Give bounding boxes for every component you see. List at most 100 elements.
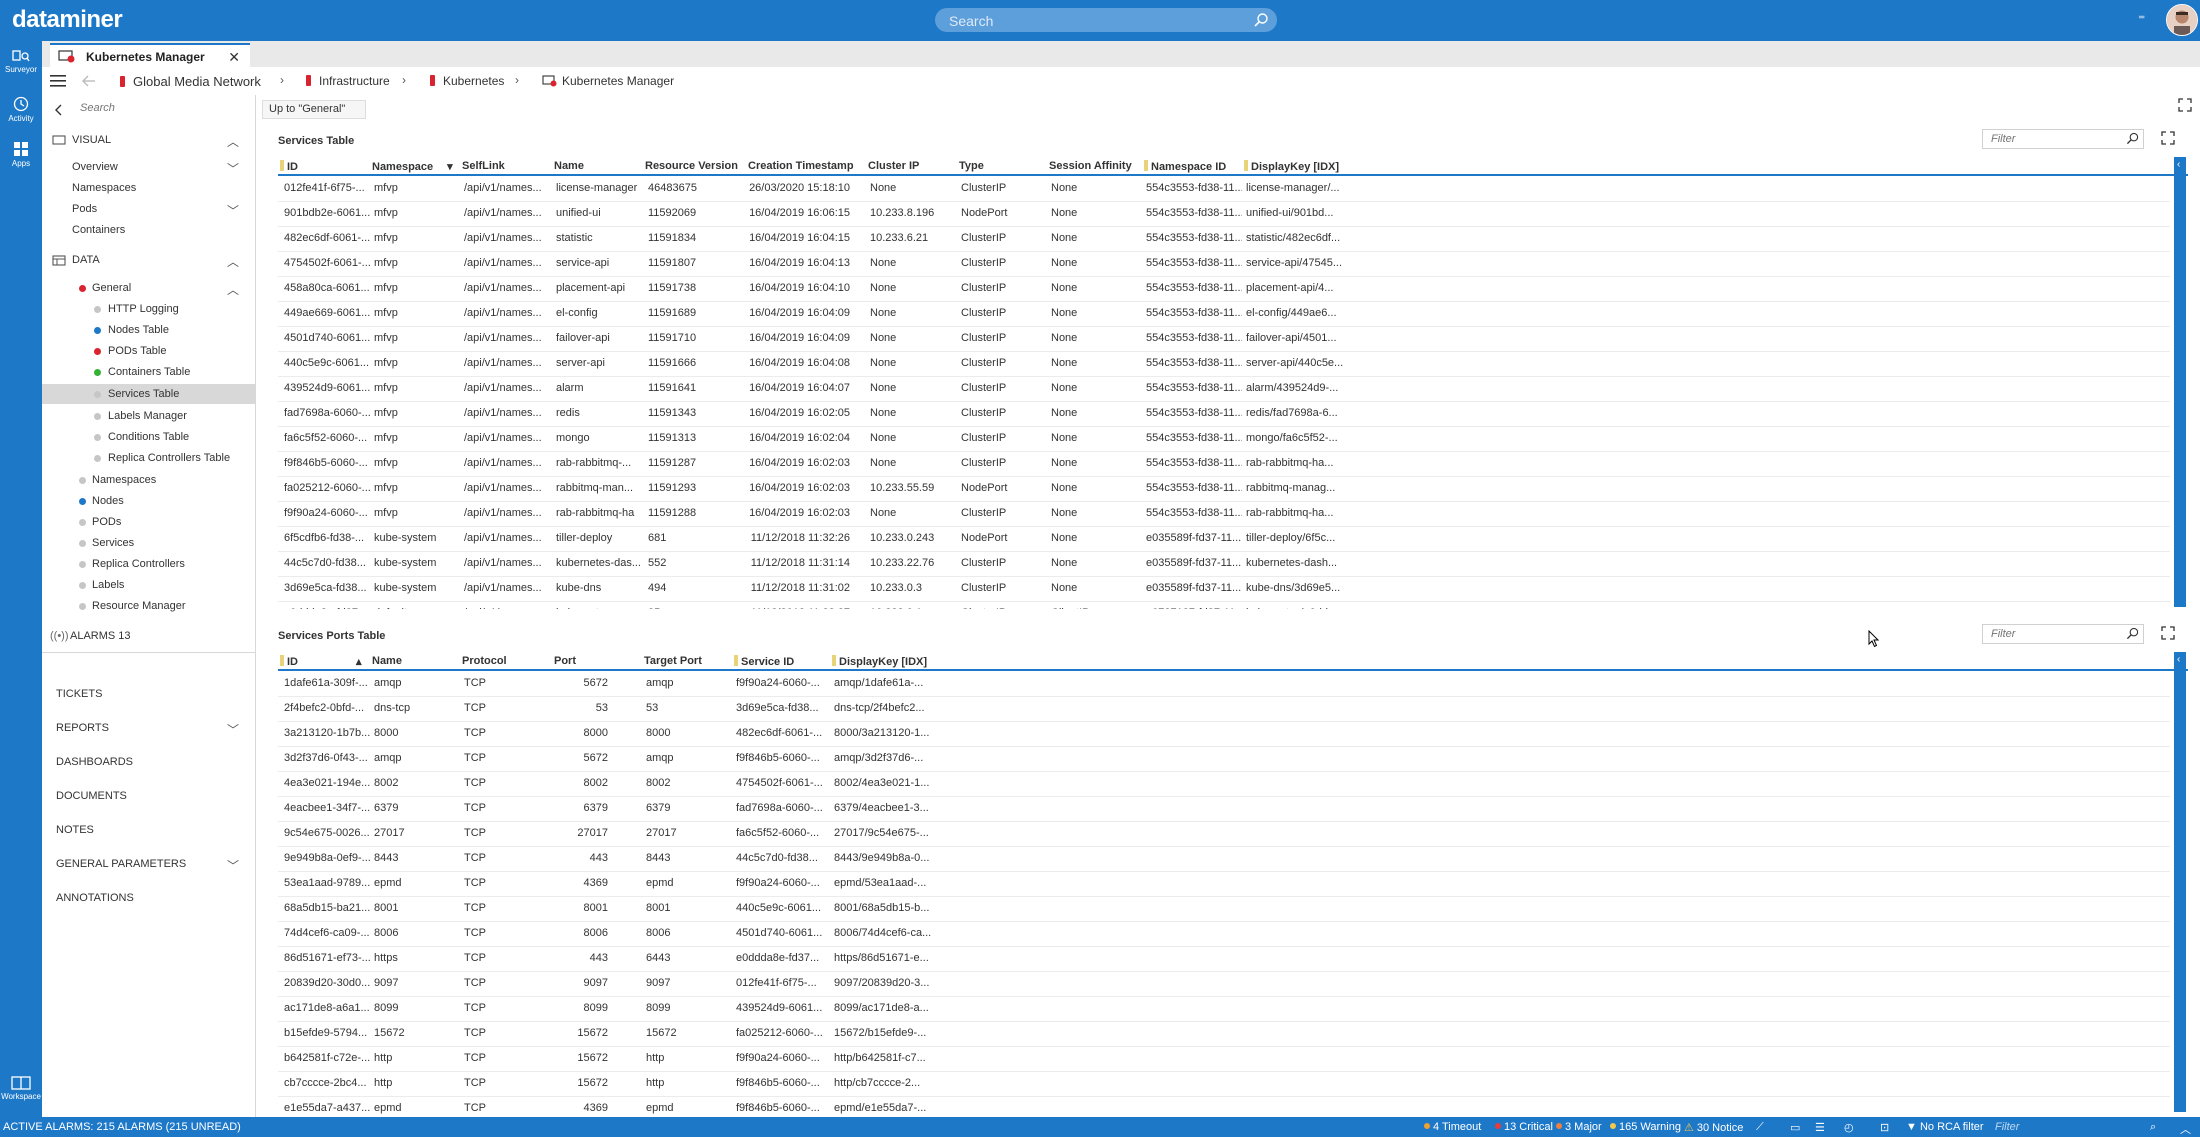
close-icon[interactable]: ✕ — [228, 49, 240, 66]
sidebar-item-nodes-table[interactable]: Nodes Table — [42, 320, 255, 340]
list-view-icon[interactable]: ▭ — [1790, 1121, 1800, 1134]
sidebar-section-documents[interactable]: DOCUMENTS — [42, 786, 255, 806]
table-row[interactable]: 4ea3e021-194e... 8002 TCP 8002 8002 4754502f-… — [278, 771, 2170, 797]
chevron-left-icon[interactable]: ‹ — [2177, 159, 2180, 170]
ports-scrollbar[interactable]: ‹ — [2174, 652, 2186, 1112]
column-header-displaykey[interactable]: DisplayKey [IDX] — [832, 655, 927, 668]
chevron-up-icon[interactable]: ︿ — [2180, 1121, 2191, 1137]
chevron-up-icon[interactable]: ︿ — [227, 281, 239, 298]
sidebar-item-general[interactable]: General ︿ — [42, 278, 255, 298]
table-row[interactable]: 9e949b8a-0ef9-... 8443 TCP 443 8443 44c5c7d0-… — [278, 846, 2170, 872]
table-row[interactable]: 449ae669-6061... mfvp/api/v1/names... el-c… — [278, 301, 2170, 327]
table-row[interactable]: 9c54e675-0026... 27017 TCP 27017 27017 fa6c5f… — [278, 821, 2170, 847]
table-row[interactable]: 44c5c7d0-fd38... kube-system/api/v1/names… — [278, 551, 2170, 577]
table-row[interactable]: 1dafe61a-309f-... amqp TCP 5672 amqp f9f90a24… — [278, 671, 2170, 697]
sidebar-item-services-table[interactable]: Services Table — [42, 384, 255, 404]
column-header-protocol[interactable]: Protocol — [462, 655, 507, 667]
notice-count[interactable]: ⚠ 30 Notice — [1684, 1121, 1743, 1134]
timeout-count[interactable]: 4 Timeout — [1424, 1121, 1481, 1133]
chevron-down-icon[interactable]: ﹀ — [227, 160, 239, 177]
search-icon[interactable] — [1253, 12, 1269, 28]
major-count[interactable]: 3 Major — [1556, 1121, 1602, 1133]
sidebar-item-services[interactable]: Services — [42, 533, 255, 553]
sidebar-item-containers-table[interactable]: Containers Table — [42, 362, 255, 382]
table-row[interactable]: 4eacbee1-34f7-... 6379 TCP 6379 6379 fad7698a… — [278, 796, 2170, 822]
focus-icon[interactable]: ⊡ — [1880, 1121, 1889, 1134]
column-header-name[interactable]: Name — [554, 160, 584, 172]
sidebar-item-containers[interactable]: Containers — [42, 220, 255, 240]
breadcrumb-item-kubernetes[interactable]: Kubernetes — [430, 74, 504, 88]
chevron-down-icon[interactable]: ﹀ — [227, 721, 239, 738]
breadcrumb-item-infrastructure[interactable]: Infrastructure — [306, 74, 390, 88]
table-row[interactable]: 440c5e9c-6061... mfvp/api/v1/names... serv… — [278, 351, 2170, 377]
column-header-port[interactable]: Port — [554, 655, 576, 667]
chevron-down-icon[interactable]: ﹀ — [227, 857, 239, 874]
sidebar-item-http-logging[interactable]: HTTP Logging — [42, 299, 255, 319]
chevron-down-icon[interactable]: ﹀ — [227, 202, 239, 219]
services-scrollbar[interactable]: ‹ — [2174, 157, 2186, 607]
table-row[interactable]: 4754502f-6061-... mfvp/api/v1/names... ser… — [278, 251, 2170, 277]
fullscreen-icon[interactable] — [2161, 626, 2175, 640]
table-row[interactable]: b642581f-c72e-... http TCP 15672 http f9f90a2… — [278, 1046, 2170, 1072]
table-row[interactable]: 6f5cdfb6-fd38-... kube-system/api/v1/name… — [278, 526, 2170, 552]
table-row[interactable]: 68a5db15-ba21... 8001 TCP 8001 8001 440c5e9c-… — [278, 896, 2170, 922]
sidebar-item-pods-table[interactable]: PODs Table — [42, 341, 255, 361]
activity-button[interactable]: Activity — [0, 96, 42, 123]
table-row[interactable]: 86d51671-ef73-... https TCP 443 6443 e0ddda8e… — [278, 946, 2170, 972]
collapse-arrow-icon[interactable] — [54, 104, 62, 116]
services-filter-input[interactable] — [1989, 132, 2113, 146]
statusbar-filter[interactable]: Filter — [1995, 1121, 2019, 1133]
table-row[interactable]: 53ea1aad-9789... epmd TCP 4369 epmd f9f90a24-… — [278, 871, 2170, 897]
table-row[interactable]: 482ec6df-6061-... mfvp/api/v1/names... sta… — [278, 226, 2170, 252]
table-row[interactable]: fa6c5f52-6060-... mfvp/api/v1/names... mon… — [278, 426, 2170, 452]
chevron-up-icon[interactable]: ︿ — [227, 133, 239, 150]
breadcrumb-item-kubernetes-manager[interactable]: Kubernetes Manager — [542, 74, 674, 88]
sidebar-item-replica-controllers-table[interactable]: Replica Controllers Table — [42, 448, 255, 468]
column-header-namespace[interactable]: Namespace ▾ — [372, 160, 453, 173]
search-icon[interactable] — [2126, 627, 2139, 640]
sidebar-search[interactable] — [78, 101, 286, 119]
fullscreen-icon[interactable] — [2178, 98, 2192, 112]
hamburger-menu-icon[interactable] — [50, 75, 66, 87]
table-row[interactable]: f9f90a24-6060-... mfvp/api/v1/names... rab… — [278, 501, 2170, 527]
chevron-left-icon[interactable]: ‹ — [2177, 654, 2180, 665]
table-row[interactable]: 3d2f37d6-0f43-... amqp TCP 5672 amqp f9f846b5… — [278, 746, 2170, 772]
ports-filter[interactable] — [1982, 624, 2144, 644]
sidebar-item-labels-manager[interactable]: Labels Manager — [42, 406, 255, 426]
sidebar-item-resource-manager[interactable]: Resource Manager — [42, 596, 255, 616]
search-icon[interactable] — [2126, 132, 2139, 145]
column-header-id[interactable]: ID ▴ — [280, 655, 362, 668]
column-header-resource-version[interactable]: Resource Version — [645, 160, 738, 172]
sidebar-item-overview[interactable]: Overview ﹀ — [42, 157, 255, 177]
sidebar-section-annotations[interactable]: ANNOTATIONS — [42, 888, 255, 908]
column-header-session-affinity[interactable]: Session Affinity — [1049, 160, 1132, 172]
column-header-namespace-id[interactable]: Namespace ID — [1144, 160, 1226, 173]
sidebar-item-labels[interactable]: Labels — [42, 575, 255, 595]
sidebar-section-tickets[interactable]: TICKETS — [42, 684, 255, 704]
column-header-creation-timestamp[interactable]: Creation Timestamp — [748, 160, 854, 172]
active-alarms-summary[interactable]: ACTIVE ALARMS: 215 ALARMS (215 UNREAD) — [3, 1121, 241, 1133]
table-row[interactable]: 439524d9-6061... mfvp/api/v1/names... alar… — [278, 376, 2170, 402]
critical-count[interactable]: 13 Critical — [1495, 1121, 1553, 1133]
table-row[interactable]: fa025212-6060-... mfvp/api/v1/names... rab… — [278, 476, 2170, 502]
table-row[interactable]: cb7cccce-2bc4... http TCP 15672 http f9f846b5… — [278, 1071, 2170, 1097]
table-row[interactable]: 458a80ca-6061... mfvp/api/v1/names... plac… — [278, 276, 2170, 302]
fullscreen-icon[interactable] — [2161, 131, 2175, 145]
apps-button[interactable]: Apps — [0, 141, 42, 168]
services-filter[interactable] — [1982, 129, 2144, 149]
table-row[interactable]: 3d69e5ca-fd38... kube-system/api/v1/names… — [278, 576, 2170, 602]
table-row[interactable]: b15efde9-5794... 15672 TCP 15672 15672 fa0252… — [278, 1021, 2170, 1047]
column-header-type[interactable]: Type — [959, 160, 984, 172]
column-header-name[interactable]: Name — [372, 655, 402, 667]
sidebar-item-pods[interactable]: Pods ﹀ — [42, 199, 255, 219]
sidebar-item-replica-controllers[interactable]: Replica Controllers — [42, 554, 255, 574]
table-row[interactable]: 4501d740-6061... mfvp/api/v1/names... fail… — [278, 326, 2170, 352]
breadcrumb-item-global-media-network[interactable]: Global Media Network — [120, 74, 261, 89]
workspace-button[interactable]: Workspace — [0, 1076, 42, 1101]
table-row[interactable]: 20839d20-30d0... 9097 TCP 9097 9097 012fe41f-… — [278, 971, 2170, 997]
up-to-general-button[interactable]: Up to "General" — [262, 100, 366, 119]
rca-filter[interactable]: ▼ No RCA filter — [1906, 1121, 1984, 1133]
search-icon[interactable]: ⌕ — [2150, 1121, 2156, 1134]
table-row[interactable]: 2f4befc2-0bfd-... dns-tcp TCP 53 53 3d69e5ca-… — [278, 696, 2170, 722]
ports-filter-input[interactable] — [1989, 627, 2113, 641]
